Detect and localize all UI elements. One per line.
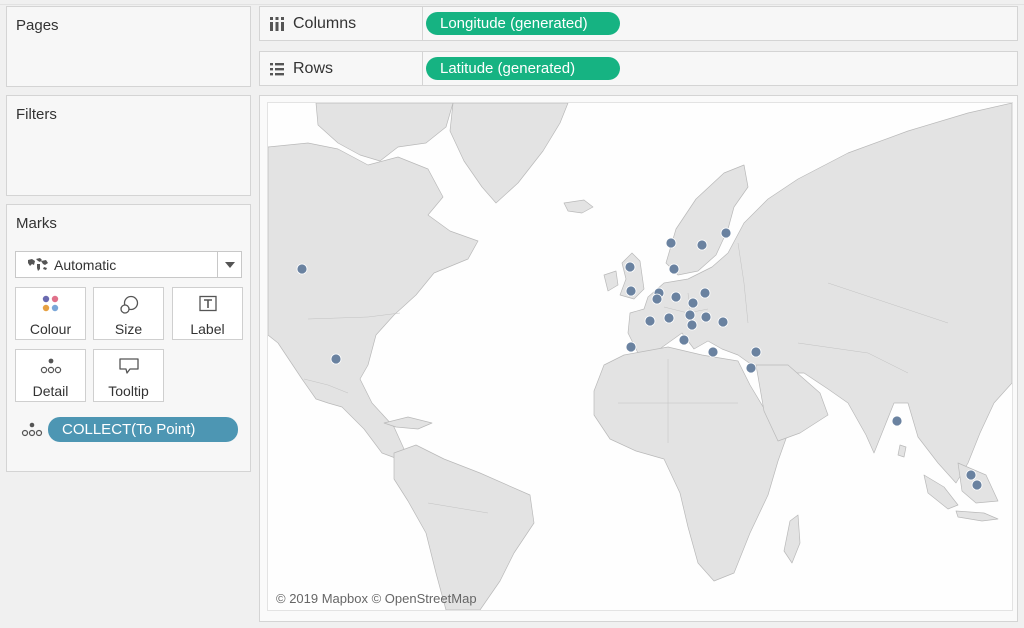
marks-card: Marks Automatic Colour Size Label Detail… <box>6 204 251 472</box>
label-button[interactable]: Label <box>172 287 243 340</box>
columns-shelf: Columns Longitude (generated) <box>259 6 1018 41</box>
land-ireland <box>603 270 619 292</box>
label-icon <box>173 295 242 313</box>
map-point[interactable] <box>707 346 719 358</box>
map-point[interactable] <box>644 315 656 327</box>
mark-type-dropdown[interactable]: Automatic <box>15 251 242 278</box>
map-point[interactable] <box>663 312 675 324</box>
map-point[interactable] <box>665 237 677 249</box>
map-viewport: © 2019 Mapbox © OpenStreetMap <box>259 95 1018 622</box>
world-map[interactable]: © 2019 Mapbox © OpenStreetMap <box>267 102 1013 611</box>
land-sri-lanka <box>897 444 907 458</box>
size-button[interactable]: Size <box>93 287 164 340</box>
map-point[interactable] <box>891 415 903 427</box>
land-java <box>955 510 999 522</box>
top-strip <box>0 0 1024 5</box>
colour-button[interactable]: Colour <box>15 287 86 340</box>
map-point[interactable] <box>651 293 663 305</box>
map-point[interactable] <box>684 309 696 321</box>
mark-type-label: Automatic <box>54 257 117 273</box>
land-sumatra <box>923 474 959 510</box>
tooltip-label: Tooltip <box>108 383 149 399</box>
map-point[interactable] <box>720 227 732 239</box>
columns-label: Columns <box>293 15 357 32</box>
map-point[interactable] <box>296 263 308 275</box>
latitude-pill[interactable]: Latitude (generated) <box>426 57 620 80</box>
shelf-divider <box>422 7 423 40</box>
colour-icon <box>16 295 85 313</box>
collect-pill[interactable]: COLLECT(To Point) <box>48 417 238 442</box>
longitude-pill[interactable]: Longitude (generated) <box>426 12 620 35</box>
map-point[interactable] <box>670 291 682 303</box>
detail-icon <box>16 357 85 375</box>
pages-card[interactable]: Pages <box>6 6 251 87</box>
dropdown-separator <box>217 252 218 277</box>
land-iceland <box>563 199 594 214</box>
colour-label: Colour <box>29 321 72 337</box>
shelf-divider <box>422 52 423 85</box>
pages-title: Pages <box>16 17 59 34</box>
map-canvas <box>268 103 1012 610</box>
chevron-down-icon[interactable] <box>225 262 235 268</box>
land-greenland <box>449 103 569 204</box>
map-point[interactable] <box>686 319 698 331</box>
map-point[interactable] <box>699 287 711 299</box>
size-label: Size <box>114 321 143 337</box>
rows-label: Rows <box>293 60 334 77</box>
detail-button[interactable]: Detail <box>15 349 86 402</box>
tooltip-button[interactable]: Tooltip <box>93 349 164 402</box>
detail-pill-icon <box>21 421 43 442</box>
world-map-icon <box>27 257 49 276</box>
marks-title: Marks <box>16 215 57 232</box>
map-point[interactable] <box>965 469 977 481</box>
map-point[interactable] <box>687 297 699 309</box>
map-point[interactable] <box>624 261 636 273</box>
map-point[interactable] <box>625 285 637 297</box>
land-madagascar <box>783 514 801 564</box>
map-point[interactable] <box>717 316 729 328</box>
filters-title: Filters <box>16 106 57 123</box>
rows-shelf: Rows Latitude (generated) <box>259 51 1018 86</box>
map-point[interactable] <box>700 311 712 323</box>
map-point[interactable] <box>625 341 637 353</box>
map-point[interactable] <box>678 334 690 346</box>
detail-label: Detail <box>32 383 69 399</box>
map-point[interactable] <box>330 353 342 365</box>
map-point[interactable] <box>750 346 762 358</box>
size-icon <box>94 295 163 314</box>
land-south-america <box>393 444 535 610</box>
rows-icon <box>269 61 285 82</box>
map-point[interactable] <box>745 362 757 374</box>
map-point[interactable] <box>971 479 983 491</box>
land-north-america <box>268 142 479 460</box>
label-label: Label <box>190 321 225 337</box>
map-attribution[interactable]: © 2019 Mapbox © OpenStreetMap <box>276 591 477 606</box>
columns-icon <box>269 16 285 37</box>
map-point[interactable] <box>668 263 680 275</box>
map-point[interactable] <box>696 239 708 251</box>
tooltip-icon <box>94 357 163 375</box>
filters-card[interactable]: Filters <box>6 95 251 196</box>
